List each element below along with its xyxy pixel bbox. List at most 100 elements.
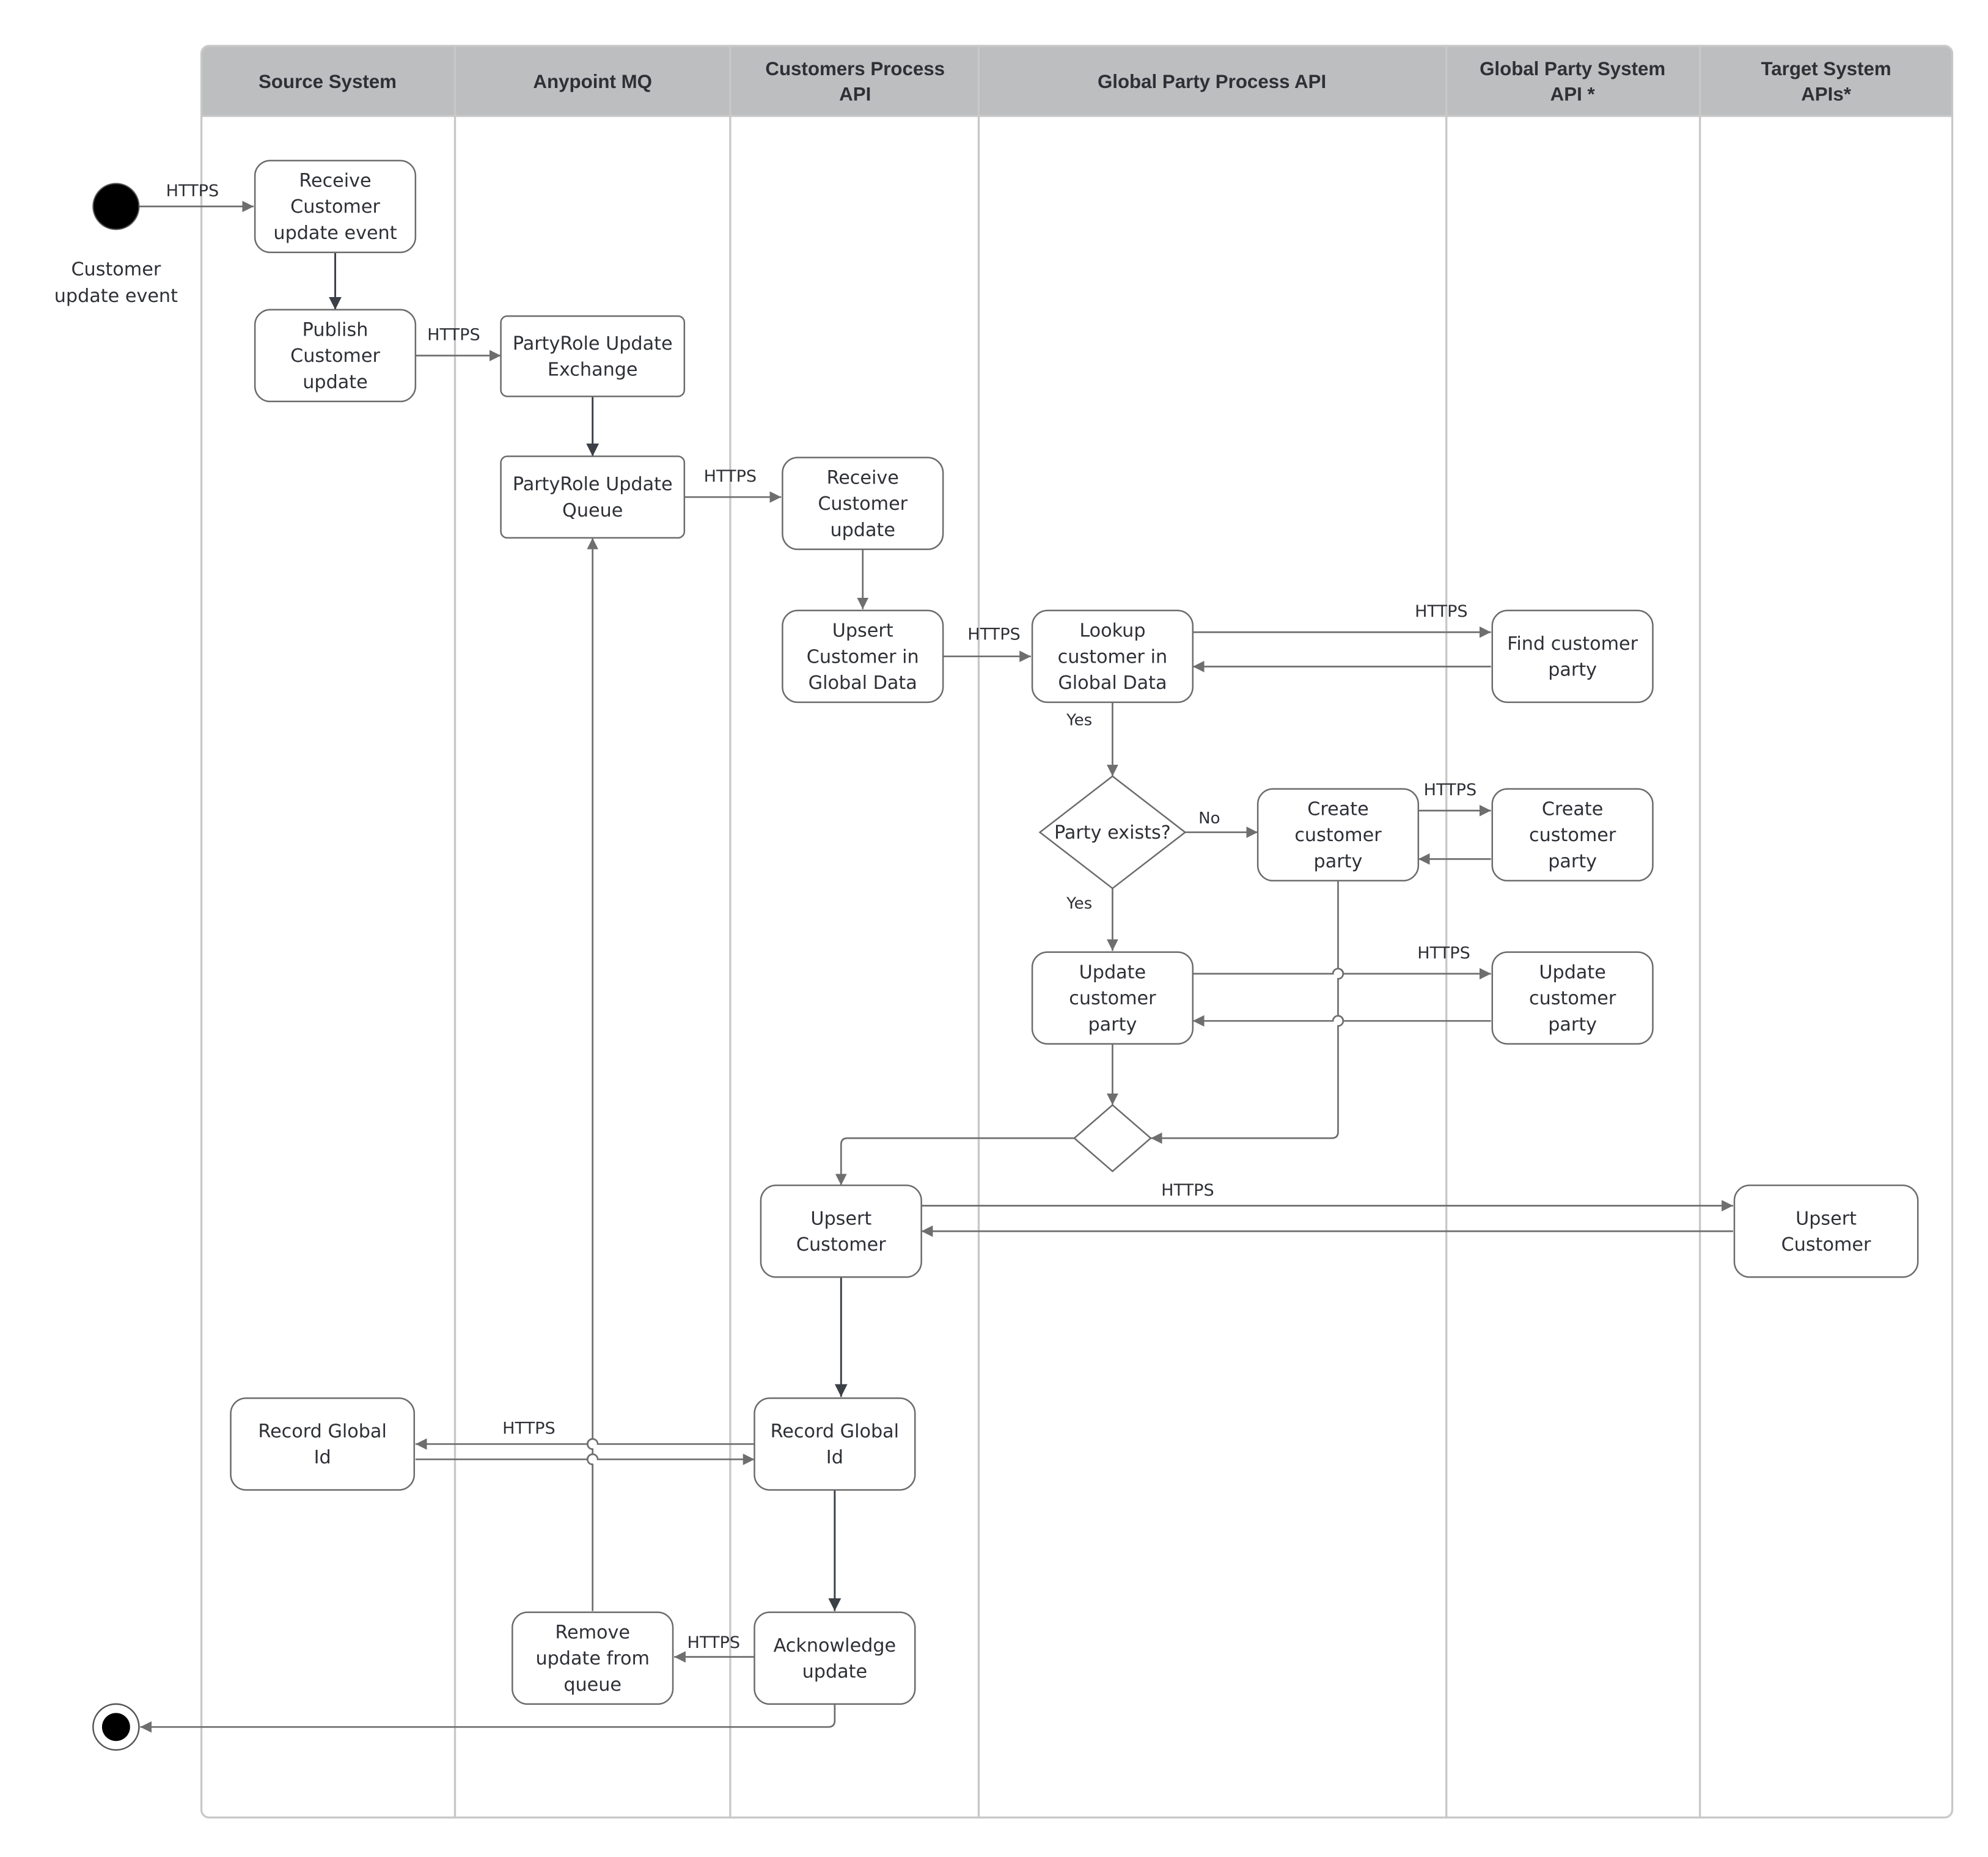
activity-label: Publish <box>303 319 369 340</box>
activity-upsert-global[interactable]: Upsert Customer in Global Data <box>782 609 944 704</box>
activity-label: Acknowledge <box>774 1635 897 1657</box>
activity-label: Update <box>1079 962 1146 983</box>
edge-label: HTTPS <box>704 467 757 486</box>
decision-label: Party exists? <box>1054 822 1171 844</box>
activity-box <box>754 1397 916 1491</box>
activity-label: Upsert <box>832 620 893 642</box>
edge-merge-to-upsert-customer <box>835 1137 1074 1186</box>
activity-label: Receive <box>299 170 371 191</box>
activity-label: customer <box>1529 825 1616 846</box>
swimlane-container: Source System Anypoint MQ Customers Proces… <box>200 45 1954 1819</box>
end-node-inner <box>101 1713 130 1741</box>
activity-receive-update[interactable]: Receive Customer update <box>782 457 944 550</box>
activity-label: customer <box>1294 825 1382 846</box>
activity-box <box>500 315 686 397</box>
lane-header-cpapi: Customers Process <box>765 58 945 79</box>
activity-label: customer <box>1069 988 1156 1009</box>
activity-label: Remove <box>555 1622 630 1643</box>
lane-header-gppapi: Global Party Process API <box>1098 71 1326 92</box>
activity-upsert-customer-t[interactable]: Upsert Customer <box>1733 1184 1919 1278</box>
activity-label: Receive <box>827 467 899 488</box>
activity-label: update event <box>273 222 397 244</box>
edge-label: HTTPS <box>1161 1181 1214 1200</box>
activity-label: Customer <box>290 345 380 367</box>
activity-update-party-p[interactable]: Update customer party <box>1031 951 1194 1045</box>
activity-remove-update[interactable]: Remove update from queue <box>512 1611 674 1705</box>
activity-create-party-s[interactable]: Create customer party <box>1491 788 1654 882</box>
activity-label: Customer in <box>807 646 919 667</box>
activity-label: customer <box>1529 988 1616 1009</box>
lane-header-tsapi: Target System <box>1761 58 1891 79</box>
activity-label: customer in <box>1058 646 1167 667</box>
activity-diagram: Source System Anypoint MQ Customers Proces… <box>54 45 1954 1819</box>
activity-create-party-p[interactable]: Create customer party <box>1256 788 1420 882</box>
activity-box <box>1733 1184 1919 1278</box>
activity-box <box>754 1611 916 1705</box>
activity-label: party <box>1548 660 1597 681</box>
activity-label: Customer <box>1781 1234 1871 1256</box>
activity-record-id-p[interactable]: Record Global Id <box>754 1397 916 1491</box>
activity-label: Customer <box>796 1234 886 1256</box>
edge-source-to-record <box>415 1453 755 1465</box>
activity-label: queue <box>563 1674 622 1696</box>
activity-label: Queue <box>562 500 623 521</box>
activity-label: update from <box>535 1648 649 1669</box>
activity-box <box>500 455 686 539</box>
edge-label: HTTPS <box>1417 944 1470 963</box>
activity-label: Id <box>314 1447 331 1468</box>
activity-lookup[interactable]: Lookup customer in Global Data <box>1031 609 1194 704</box>
start-label-line1: Customer <box>71 259 161 280</box>
activity-exchange[interactable]: PartyRole Update Exchange <box>500 315 686 397</box>
activity-label: Create <box>1542 798 1603 820</box>
activity-label: Customer <box>290 196 380 218</box>
edge-label: No <box>1198 809 1220 828</box>
edge-label: HTTPS <box>1415 602 1468 621</box>
edge-label: HTTPS <box>166 182 219 200</box>
lane-header-cpapi: API <box>839 84 871 105</box>
activity-label: party <box>1088 1014 1137 1035</box>
lane-header-tsapi: APIs* <box>1801 84 1852 105</box>
activity-box <box>230 1397 416 1491</box>
activity-record-id-s[interactable]: Record Global Id <box>230 1397 416 1491</box>
edge-label: HTTPS <box>427 326 480 345</box>
activity-label: Create <box>1307 798 1368 820</box>
activity-label: PartyRole Update <box>513 333 673 355</box>
edge-label: Yes <box>1066 895 1092 913</box>
activity-label: party <box>1548 851 1597 872</box>
activity-queue[interactable]: PartyRole Update Queue <box>500 455 686 539</box>
activity-label: PartyRole Update <box>513 474 673 495</box>
activity-label: Update <box>1539 962 1605 983</box>
activity-label: Customer <box>818 493 908 515</box>
activity-box <box>1491 609 1654 704</box>
activity-publish-update[interactable]: Publish Customer update <box>254 309 417 403</box>
activity-label: Global Data <box>809 672 917 694</box>
edge-label: HTTPS <box>967 625 1021 644</box>
activity-label: update <box>303 372 367 393</box>
activity-receive-event[interactable]: Receive Customer update event <box>254 160 417 254</box>
activity-label: party <box>1314 851 1363 872</box>
edge-label: HTTPS <box>502 1419 556 1438</box>
activity-label: update <box>830 520 895 541</box>
activity-find-party[interactable]: Find customer party <box>1491 609 1654 704</box>
edge-record-to-source <box>415 1438 755 1450</box>
swimlane-frame <box>200 45 1954 1819</box>
activity-label: party <box>1548 1014 1597 1035</box>
activity-ack-update[interactable]: Acknowledge update <box>754 1611 916 1705</box>
activity-label: Upsert <box>1795 1208 1857 1229</box>
activity-label: Record Global <box>258 1421 386 1442</box>
activity-label: Global Data <box>1058 672 1167 694</box>
activity-label: Exchange <box>548 359 638 381</box>
edge-remove-to-queue <box>587 537 599 1611</box>
activity-update-party-s[interactable]: Update customer party <box>1491 951 1654 1045</box>
activity-label: Id <box>826 1447 843 1468</box>
lane-header-source: Source System <box>259 71 397 92</box>
edge-label: Yes <box>1066 711 1092 729</box>
lane-header-gpsapi: API * <box>1550 84 1596 105</box>
start-node-icon <box>92 183 140 230</box>
activity-upsert-customer-p[interactable]: Upsert Customer <box>760 1184 922 1278</box>
merge-node[interactable] <box>1073 1104 1152 1172</box>
lane-header-gpsapi: Global Party System <box>1480 58 1665 79</box>
edge-label: HTTPS <box>1424 781 1477 800</box>
lane-header-mq: Anypoint MQ <box>533 71 652 92</box>
activity-label: Find customer <box>1507 633 1638 655</box>
